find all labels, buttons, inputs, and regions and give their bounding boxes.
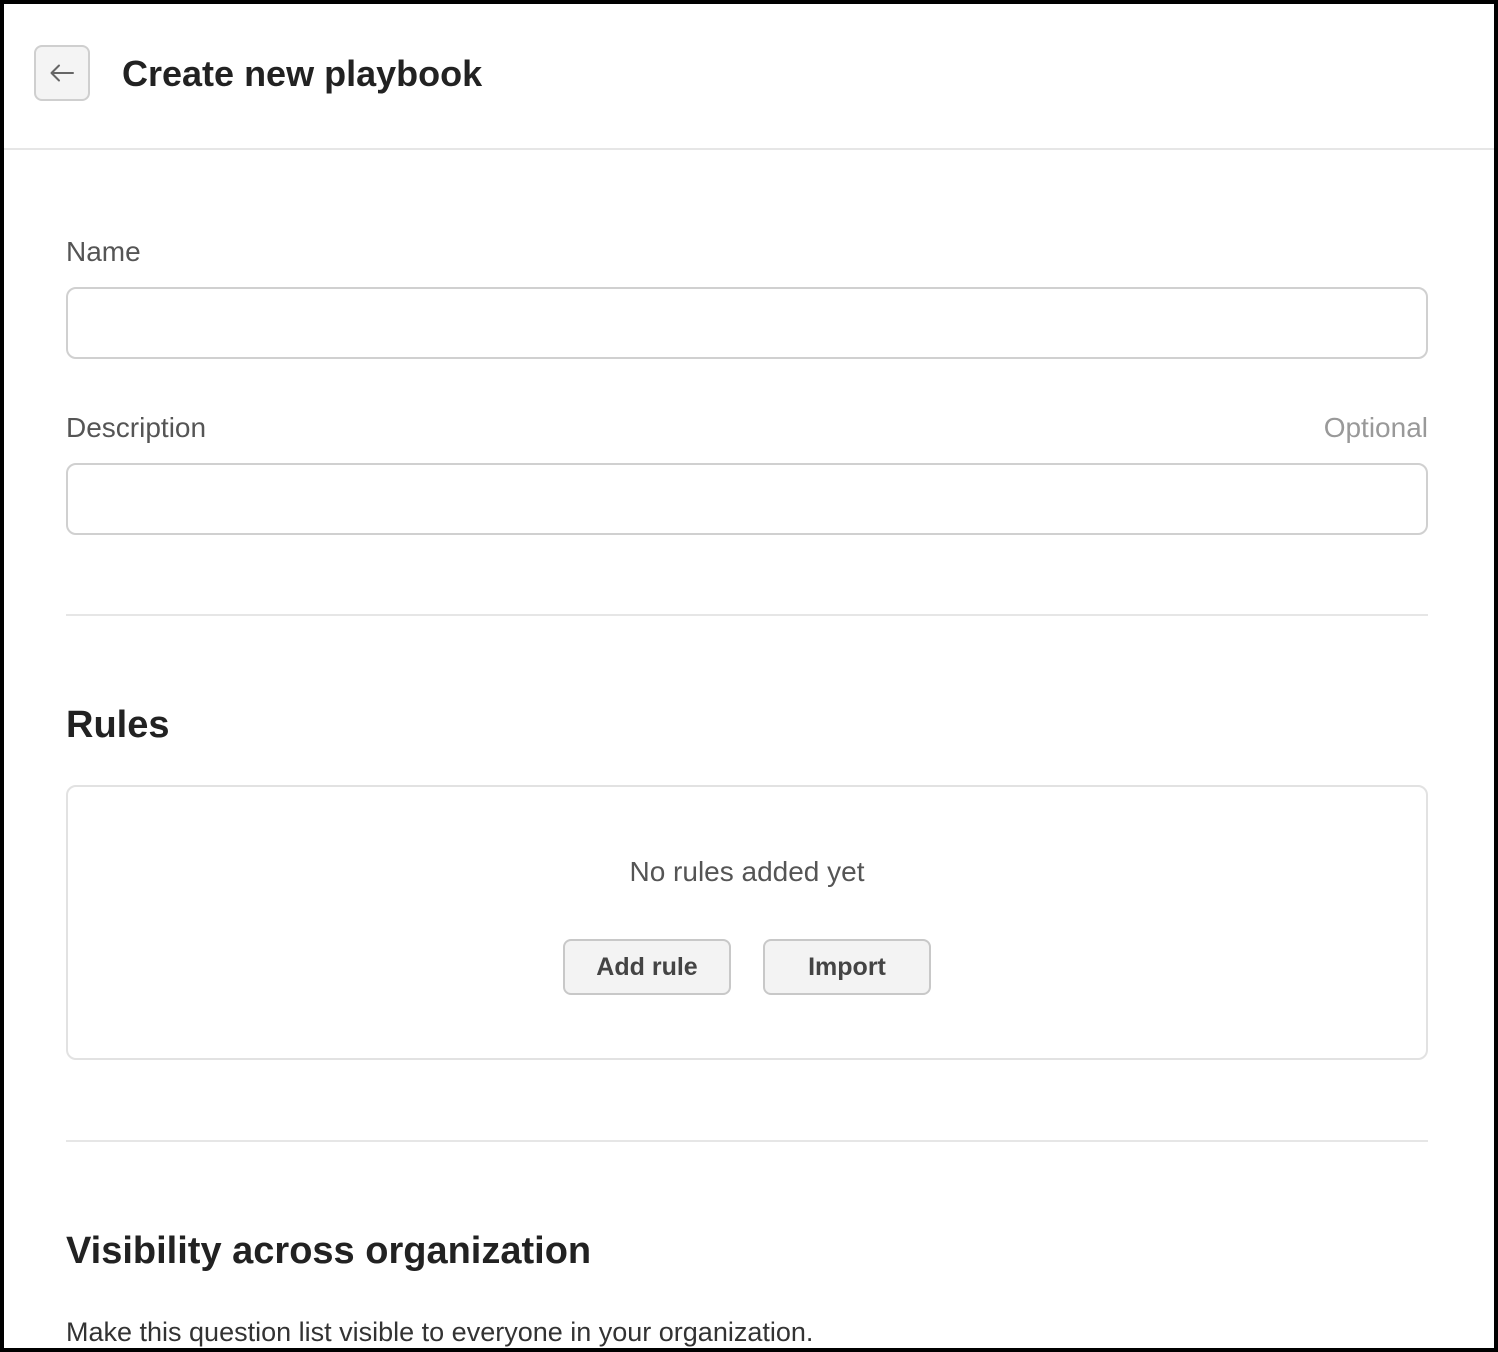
back-button[interactable] bbox=[34, 45, 90, 101]
visibility-description: Make this question list visible to every… bbox=[66, 1317, 814, 1347]
add-rule-button[interactable]: Add rule bbox=[563, 939, 731, 995]
name-input[interactable] bbox=[66, 287, 1428, 359]
description-label: Description bbox=[66, 412, 207, 443]
page-frame: Create new playbook Name Description Opt… bbox=[4, 4, 1494, 1348]
rules-empty-text: No rules added yet bbox=[629, 856, 865, 887]
name-label: Name bbox=[66, 236, 141, 267]
page-header: Create new playbook bbox=[4, 4, 1494, 150]
rules-section-title: Rules bbox=[66, 704, 170, 746]
section-divider bbox=[66, 614, 1428, 616]
rules-empty-state: No rules added yet Add rule Import bbox=[66, 785, 1428, 1060]
visibility-section-title: Visibility across organization bbox=[66, 1230, 592, 1272]
page-title: Create new playbook bbox=[122, 53, 483, 94]
arrow-left-icon bbox=[50, 64, 74, 82]
description-input[interactable] bbox=[66, 463, 1428, 535]
import-button[interactable]: Import bbox=[763, 939, 931, 995]
section-divider bbox=[66, 1140, 1428, 1142]
optional-label: Optional bbox=[1323, 412, 1428, 443]
